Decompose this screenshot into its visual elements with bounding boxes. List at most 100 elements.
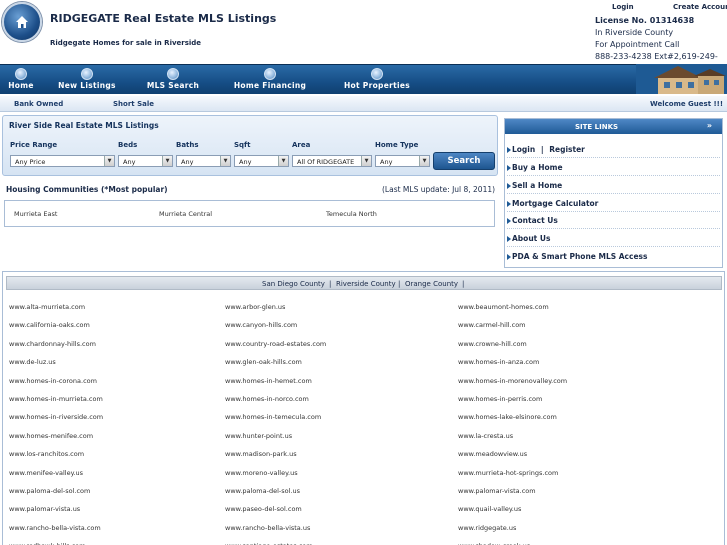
account-links: Login Create Account — [612, 3, 727, 11]
directory-link[interactable]: www.beaumont-homes.com — [458, 303, 549, 311]
sidebar-item-label: PDA & Smart Phone MLS Access — [512, 252, 648, 261]
welcome-text: Welcome Guest !!! — [650, 100, 724, 108]
site-title: RIDGEGATE Real Estate MLS Listings — [50, 12, 277, 25]
directory-link[interactable]: www.rancho-bella-vista.us — [225, 524, 310, 532]
directory-link[interactable]: www.paloma-del-sol.us — [225, 487, 300, 495]
sidebar-item-buy[interactable]: Buy a Home — [507, 159, 720, 176]
communities-box: Murrieta East Murrieta Central Temecula … — [4, 200, 495, 227]
directory-link[interactable]: www.glen-oak-hills.com — [225, 358, 302, 366]
separator: | — [398, 280, 401, 288]
baths-select[interactable]: Any ▼ — [176, 155, 231, 167]
sidebar-item-contact[interactable]: Contact Us — [507, 212, 720, 229]
directory-link[interactable]: www.homes-menifee.com — [9, 432, 93, 440]
directory-link[interactable]: www.palomar-vista.com — [458, 487, 536, 495]
login-link[interactable]: Login — [612, 3, 634, 11]
house-image — [636, 64, 727, 94]
directory-link[interactable]: www.menifee-valley.us — [9, 469, 83, 477]
nav-home-financing[interactable]: Home Financing — [232, 65, 308, 95]
sub-nav: Bank Owned Short Sale Welcome Guest !!! — [0, 96, 727, 112]
directory-link[interactable]: www.la-cresta.us — [458, 432, 513, 440]
directory-link[interactable]: www.paloma-del-sol.com — [9, 487, 90, 495]
search-button[interactable]: Search — [433, 152, 495, 170]
sqft-select[interactable]: Any ▼ — [234, 155, 289, 167]
directory-link[interactable]: www.homes-in-riverside.com — [9, 413, 103, 421]
chevron-down-icon: ▼ — [104, 156, 114, 166]
directory-link[interactable]: www.rancho-bella-vista.com — [9, 524, 101, 532]
directory-link[interactable]: www.homes-in-norco.com — [225, 395, 309, 403]
separator: | — [329, 280, 332, 288]
sidebar-item-label: Contact Us — [512, 216, 558, 225]
house-icon — [16, 16, 28, 28]
header: RIDGEGATE Real Estate MLS Listings Ridge… — [0, 0, 727, 73]
hometype-value: Any — [380, 158, 393, 166]
directory-link[interactable]: www.crowne-hill.com — [458, 340, 527, 348]
directory-link[interactable]: www.de-luz.us — [9, 358, 56, 366]
directory-link[interactable]: www.homes-in-hemet.com — [225, 377, 312, 385]
directory-link[interactable]: www.madison-park.us — [225, 450, 297, 458]
nav-home[interactable]: Home — [4, 65, 38, 95]
communities-title: Housing Communities (*Most popular) — [6, 185, 168, 194]
logo[interactable] — [2, 2, 42, 42]
directory-link[interactable]: www.palomar-vista.us — [9, 505, 80, 513]
community-link[interactable]: Murrieta East — [14, 210, 57, 218]
separator: | — [462, 280, 465, 288]
price-label: Price Range — [10, 141, 58, 149]
nav-label: New Listings — [58, 81, 116, 90]
directory-link[interactable]: www.homes-in-murrieta.com — [9, 395, 103, 403]
appointment-text: For Appointment Call — [595, 40, 680, 49]
directory-link[interactable]: www.homes-in-morenovalley.com — [458, 377, 567, 385]
register-link[interactable]: Register — [549, 145, 585, 154]
directory-link[interactable]: www.california-oaks.com — [9, 321, 90, 329]
directory-link[interactable]: www.homes-lake-elsinore.com — [458, 413, 557, 421]
site-links-header[interactable]: SITE LINKS » — [505, 119, 722, 134]
community-link[interactable]: Murrieta Central — [159, 210, 212, 218]
directory-link[interactable]: www.canyon-hills.com — [225, 321, 297, 329]
community-link[interactable]: Temecula North — [326, 210, 377, 218]
price-select[interactable]: Any Price ▼ — [10, 155, 115, 167]
sidebar-item-about[interactable]: About Us — [507, 230, 720, 247]
county-link-riverside[interactable]: Riverside County — [336, 280, 396, 288]
chevron-down-icon: ▼ — [419, 156, 429, 166]
login-link[interactable]: Login — [512, 145, 535, 154]
search-panel: River Side Real Estate MLS Listings Pric… — [2, 115, 498, 176]
directory-link[interactable]: www.meadowview.us — [458, 450, 527, 458]
directory-link[interactable]: www.homes-in-perris.com — [458, 395, 542, 403]
directory-link[interactable]: www.arbor-glen.us — [225, 303, 285, 311]
county-link-orange[interactable]: Orange County — [405, 280, 458, 288]
bank-owned-link[interactable]: Bank Owned — [14, 100, 63, 108]
directory-link[interactable]: www.homes-in-corona.com — [9, 377, 97, 385]
directory-link[interactable]: www.los-ranchitos.com — [9, 450, 84, 458]
nav-new-listings[interactable]: New Listings — [56, 65, 118, 95]
short-sale-link[interactable]: Short Sale — [113, 100, 154, 108]
create-account-link[interactable]: Create Account — [673, 3, 727, 11]
chevron-down-icon: ▼ — [278, 156, 288, 166]
price-value: Any Price — [15, 158, 46, 166]
directory-link[interactable]: www.quail-valley.us — [458, 505, 521, 513]
sidebar-item-label: About Us — [512, 234, 551, 243]
area-select[interactable]: All Of RIDGEGATE ▼ — [292, 155, 372, 167]
hometype-select[interactable]: Any ▼ — [375, 155, 430, 167]
double-chevron-icon[interactable]: » — [707, 121, 712, 130]
nav-mls-search[interactable]: MLS Search — [144, 65, 202, 95]
directory-link[interactable]: www.alta-murrieta.com — [9, 303, 85, 311]
directory-link[interactable]: www.paseo-del-sol.com — [225, 505, 302, 513]
sidebar-item-label: Buy a Home — [512, 163, 563, 172]
sidebar-item-pda[interactable]: PDA & Smart Phone MLS Access — [507, 248, 720, 265]
directory-link[interactable]: www.homes-in-anza.com — [458, 358, 539, 366]
beds-select[interactable]: Any ▼ — [118, 155, 173, 167]
county-link-san-diego[interactable]: San Diego County — [262, 280, 325, 288]
directory-link[interactable]: www.moreno-valley.us — [225, 469, 298, 477]
directory-link[interactable]: www.country-road-estates.com — [225, 340, 326, 348]
directory-link[interactable]: www.carmel-hill.com — [458, 321, 526, 329]
bullet-arrow-icon — [507, 183, 511, 189]
nav-bullet-icon — [264, 68, 276, 80]
sidebar-item-sell[interactable]: Sell a Home — [507, 177, 720, 194]
directory-link[interactable]: www.murrieta-hot-springs.com — [458, 469, 558, 477]
directory-link[interactable]: www.hunter-point.us — [225, 432, 292, 440]
directory-link[interactable]: www.chardonnay-hills.com — [9, 340, 96, 348]
sidebar-item-mortgage[interactable]: Mortgage Calculator — [507, 195, 720, 212]
search-title: River Side Real Estate MLS Listings — [9, 121, 159, 130]
directory-link[interactable]: www.ridgegate.us — [458, 524, 516, 532]
nav-hot-properties[interactable]: Hot Properties — [342, 65, 412, 95]
directory-link[interactable]: www.homes-in-temecula.com — [225, 413, 321, 421]
